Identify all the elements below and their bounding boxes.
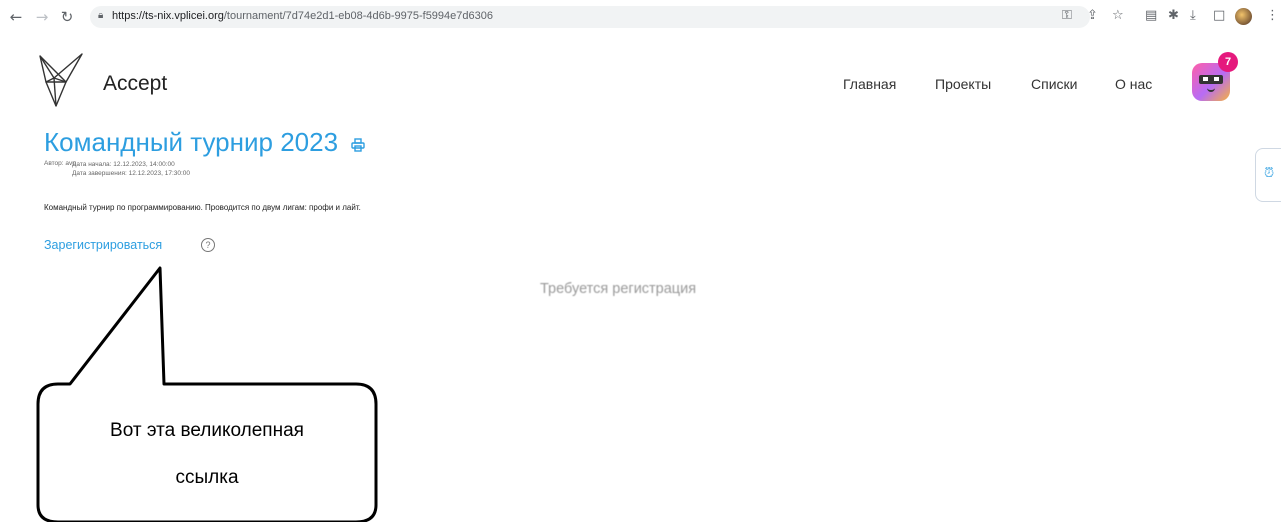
side-timer-tab[interactable]: ⏰︎ <box>1255 148 1281 202</box>
register-link[interactable]: Зарегистрироваться <box>44 238 162 252</box>
origami-logo-icon[interactable] <box>36 52 86 108</box>
help-icon[interactable]: ? <box>201 238 215 252</box>
more-menu-icon[interactable]: ⋮ <box>1266 8 1279 24</box>
end-date: Дата завершения: 12.12.2023, 17:30:00 <box>72 170 191 177</box>
brand-name[interactable]: Accept <box>103 72 167 96</box>
share-icon[interactable]: ⇪ <box>1087 8 1098 24</box>
nav-home[interactable]: Главная <box>843 76 896 92</box>
nav-projects[interactable]: Проекты <box>935 76 991 92</box>
nav-lists[interactable]: Списки <box>1031 76 1077 92</box>
tournament-description: Командный турнир по программированию. Пр… <box>44 203 361 212</box>
avatar-mask <box>1199 75 1223 84</box>
nav-about[interactable]: О нас <box>1115 76 1152 92</box>
page-title: Командный турнир 2023 <box>44 127 339 157</box>
forward-icon[interactable]: → <box>32 7 52 27</box>
start-date: Дата начала: 12.12.2023, 14:00:00 <box>72 161 175 168</box>
bookmark-star-icon[interactable]: ☆ <box>1112 8 1124 24</box>
address-bar[interactable]: 🔒︎ https://ts-nix.vplicei.org/tournament… <box>90 6 1090 28</box>
back-icon[interactable]: ← <box>6 7 26 27</box>
dates: Дата начала: 12.12.2023, 14:00:00 Дата з… <box>72 160 190 178</box>
side-panel-icon[interactable]: □ <box>1213 8 1225 24</box>
notification-badge: 7 <box>1218 52 1238 72</box>
extension-icon[interactable]: ▤ <box>1145 8 1157 24</box>
registration-required-text: Требуется регистрация <box>540 281 697 297</box>
print-icon[interactable] <box>350 138 365 152</box>
alarm-clock-icon: ⏰︎ <box>1264 166 1275 181</box>
browser-toolbar: ← → ↻ 🔒︎ https://ts-nix.vplicei.org/tour… <box>0 0 1281 34</box>
lock-icon: 🔒︎ <box>98 10 104 21</box>
browser-profile-avatar[interactable] <box>1235 8 1252 25</box>
download-icon[interactable]: ⤓ <box>1190 8 1196 24</box>
key-icon[interactable]: ⚿ <box>1062 8 1072 24</box>
url-text: https://ts-nix.vplicei.org/tournament/7d… <box>112 10 493 22</box>
reload-icon[interactable]: ↻ <box>57 7 77 27</box>
puzzle-icon[interactable]: ✱ <box>1168 8 1179 24</box>
title-row: Командный турнир 2023 <box>44 127 365 158</box>
callout-line-2: ссылка <box>175 467 239 488</box>
callout-bubble <box>36 266 378 522</box>
callout-line-1: Вот эта великолепная <box>110 420 304 441</box>
